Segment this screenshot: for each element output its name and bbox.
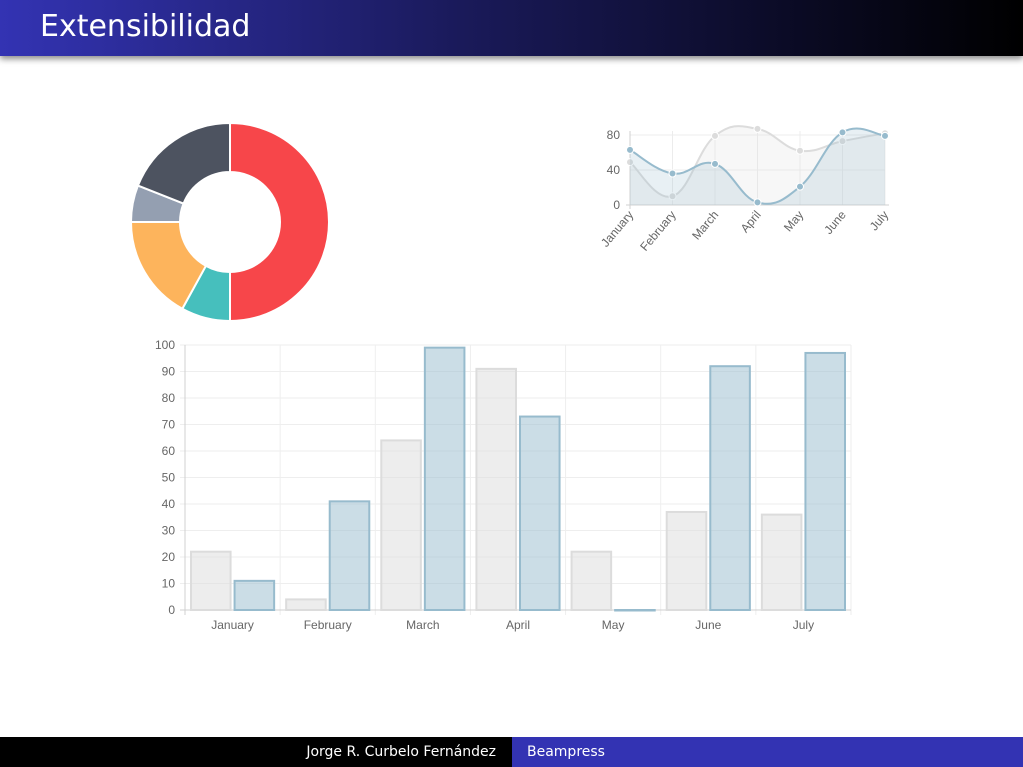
line-data-point [796, 146, 804, 155]
bar-chart-y-tick-label: 100 [155, 338, 175, 352]
line-chart-y-tick-label: 40 [607, 163, 621, 177]
bar-chart: 0 10 20 30 40 50 60 70 80 90 100 January February Mar… [155, 338, 852, 632]
line-chart-x-tick-label: June [821, 208, 849, 237]
line-data-point [753, 124, 762, 133]
bar [709, 365, 751, 612]
bar [760, 513, 803, 611]
bar-chart-y-tick-label: 90 [162, 365, 176, 379]
line-chart-x-tick-label: March [689, 208, 721, 243]
bar-chart-x-tick-label: June [695, 618, 721, 632]
bar-chart-x-tick-label: January [211, 618, 254, 632]
bar-chart-y-tick-label: 70 [162, 418, 176, 432]
bar-chart-x-tick-label: March [406, 618, 439, 632]
line-chart-x-tick-label: July [867, 208, 891, 233]
bar [614, 609, 656, 612]
line-data-point [753, 198, 762, 207]
footer-presentation-title: Beampress [527, 744, 605, 760]
bar-chart-x-tick-label: May [602, 618, 625, 632]
footer-author: Jorge R. Curbelo Fernández [306, 744, 496, 760]
doughnut-chart [129, 121, 330, 323]
bar-chart-x-tick-label: April [506, 618, 530, 632]
bar [190, 550, 232, 612]
bar-chart-x-tick-label: July [793, 618, 814, 632]
bar [328, 500, 371, 612]
bar [570, 550, 613, 612]
line-data-point [668, 169, 677, 178]
bar [380, 439, 422, 611]
line-data-point [711, 131, 719, 140]
bar-chart-y-tick-label: 0 [168, 603, 175, 617]
line-chart: 0 40 80 January February March April May June Jul… [598, 124, 891, 254]
bar [285, 598, 327, 612]
line-data-point [881, 131, 889, 140]
line-chart-x-tick-label: February [637, 208, 679, 254]
line-chart-x-tick-label: January [598, 208, 636, 250]
bar-chart-y-tick-label: 40 [162, 497, 176, 511]
bar-chart-x-tick-label: February [304, 618, 352, 632]
bar [423, 346, 466, 611]
bar [475, 367, 517, 611]
bar-chart-y-tick-label: 20 [162, 550, 176, 564]
footer: Jorge R. Curbelo Fernández Beampress [0, 737, 1023, 767]
bar-chart-y-tick-label: 80 [162, 391, 176, 405]
line-data-point [711, 159, 719, 168]
bar-chart-y-tick-label: 50 [162, 471, 176, 485]
charts-area: 04080January February March April May June Jul… [129, 121, 891, 632]
line-data-point [838, 128, 847, 137]
bar-chart-y-tick-label: 10 [162, 577, 176, 591]
line-chart-y-tick-label: 80 [607, 128, 621, 142]
bar-chart-y-tick-label: 30 [162, 524, 176, 538]
footer-left-panel: Jorge R. Curbelo Fernández [0, 737, 512, 767]
bar [233, 579, 276, 611]
bar [804, 351, 847, 611]
bar-chart-y-tick-label: 60 [162, 444, 176, 458]
doughnut-slice [229, 121, 330, 323]
footer-right-panel: Beampress [512, 737, 1023, 767]
line-chart-x-tick-label: April [738, 208, 764, 235]
doughnut-slice [136, 121, 231, 205]
line-data-point [796, 182, 804, 191]
line-data-point [626, 145, 634, 154]
line-chart-y-tick-label: 0 [613, 198, 620, 212]
line-chart-x-tick-label: May [781, 208, 806, 234]
bar [665, 510, 708, 612]
bar [519, 415, 561, 611]
